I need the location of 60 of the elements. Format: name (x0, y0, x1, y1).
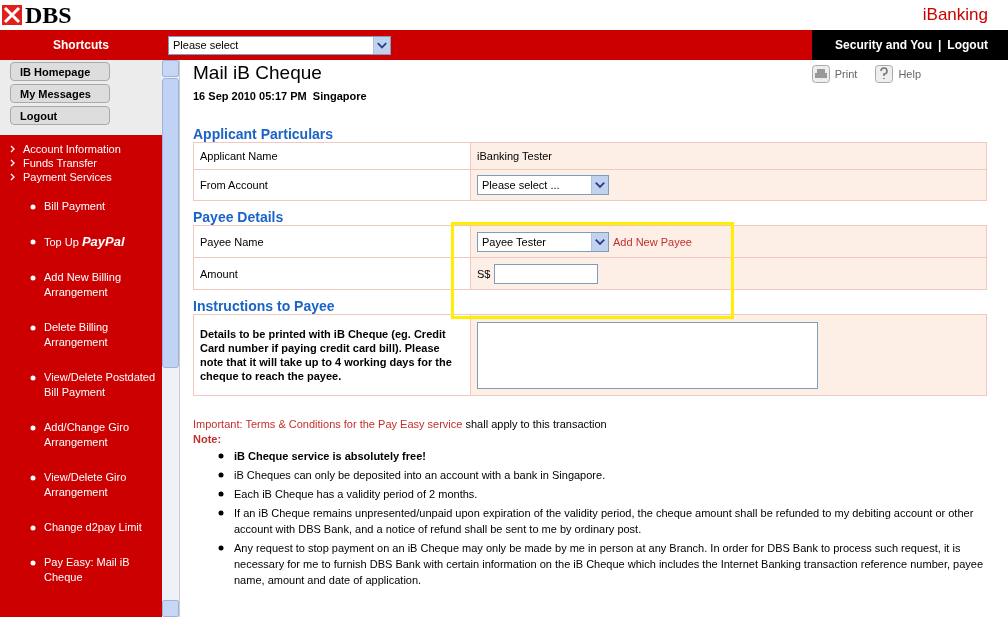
date-time: 16 Sep 2010 05:17 PM Singapore (193, 90, 368, 102)
bank-logo: DBS (2, 1, 72, 29)
bullet-icon (218, 510, 224, 516)
bullet-icon (218, 545, 224, 551)
scrollbar[interactable] (162, 60, 180, 617)
sidebar-button[interactable]: My Messages (10, 84, 110, 103)
bullet-icon (218, 453, 224, 459)
section-heading: Instructions to Payee (193, 298, 336, 314)
bullet-icon (30, 560, 36, 566)
menu-section-link[interactable]: Funds Transfer (10, 157, 162, 169)
separator: | (938, 38, 942, 52)
note-text: iB Cheque service is absolutely free! (234, 449, 426, 464)
bullet-icon (30, 275, 36, 281)
terms-text: Important: Terms & Conditions for the Pay Easy service shall apply to this transaction (193, 418, 608, 430)
menu-item-link[interactable]: Add/Change Giro Arrangement (30, 414, 160, 464)
instructions-textarea[interactable] (477, 321, 818, 389)
currency-prefix: S$ (477, 267, 491, 280)
section-heading: Applicant Particulars (193, 126, 335, 142)
printer-icon (811, 65, 830, 83)
section-heading: Payee Details (193, 209, 285, 225)
help-link[interactable]: Help (875, 64, 921, 84)
bullet-icon (30, 375, 36, 381)
note-text: iB Cheques can only be deposited into an account with a bank in Singapore. (234, 468, 606, 483)
field-value: iBanking Tester (477, 150, 552, 162)
logout-link[interactable]: Logout (947, 38, 988, 52)
bullet-icon (30, 239, 36, 245)
bullet-icon (218, 472, 224, 478)
menu-item-link[interactable]: Add New Billing Arrangement (30, 264, 160, 314)
shortcuts-label: Shortcuts (52, 38, 110, 52)
add-payee-link[interactable]: Add New Payee (613, 235, 692, 248)
bullet-icon (30, 425, 36, 431)
dropdown-select[interactable]: Payee Tester (477, 231, 609, 252)
menu-section-link[interactable]: Account Information (10, 143, 162, 155)
product-name: iBanking (922, 5, 988, 25)
help-icon (875, 65, 894, 83)
security-link[interactable]: Security and You (835, 38, 932, 52)
note-text: Any request to stop payment on an iB Cheque may only be made by me in person at any Branch. In order for DBS Bank to process such request, it is necessary for me to furnish DBS Bank with certain information on the iB Cheque which includes the Internet Banking transaction reference number, payee name, amount and date of application. (234, 541, 985, 588)
sidebar-button[interactable]: Logout (10, 106, 110, 125)
bullet-icon (218, 491, 224, 497)
menu-item-link[interactable]: View/Delete Postdated Bill Payment (30, 364, 160, 414)
page-title: Mail iB Cheque (193, 62, 322, 84)
sidebar-button[interactable]: IB Homepage (10, 62, 110, 81)
menu-item-link[interactable]: Pay Easy: Mail iB Cheque (30, 549, 160, 599)
bullet-icon (30, 525, 36, 531)
menu-item-link[interactable]: Delete Billing Arrangement (30, 314, 160, 364)
menu-item-link[interactable]: Bill Payment (30, 193, 160, 228)
menu-item-link[interactable]: View/Delete Giro Arrangement (30, 464, 160, 514)
bullet-icon (30, 475, 36, 481)
bullet-icon (30, 325, 36, 331)
bullet-icon (30, 204, 36, 210)
menu-item-link[interactable]: Top Up PayPal (30, 228, 160, 264)
note-label: Note: (193, 433, 223, 445)
amount-input[interactable] (494, 263, 599, 284)
print-link[interactable]: Print (811, 64, 858, 84)
menu-item-link[interactable]: Change d2pay Limit (30, 514, 160, 549)
menu-section-link[interactable]: Payment Services (10, 171, 162, 183)
shortcut-select[interactable]: Please select (168, 35, 391, 55)
note-text: If an iB Cheque remains unpresented/unpaid upon expiration of the validity period, the cheque amount shall be refunded to my debiting account or other account with DBS Bank, and a notice of refund shall be sent to me by ordinary post. (234, 506, 975, 537)
dropdown-select[interactable]: Please select ... (477, 175, 609, 195)
note-text: Each iB Cheque has a validity period of 2 months. (234, 487, 478, 502)
